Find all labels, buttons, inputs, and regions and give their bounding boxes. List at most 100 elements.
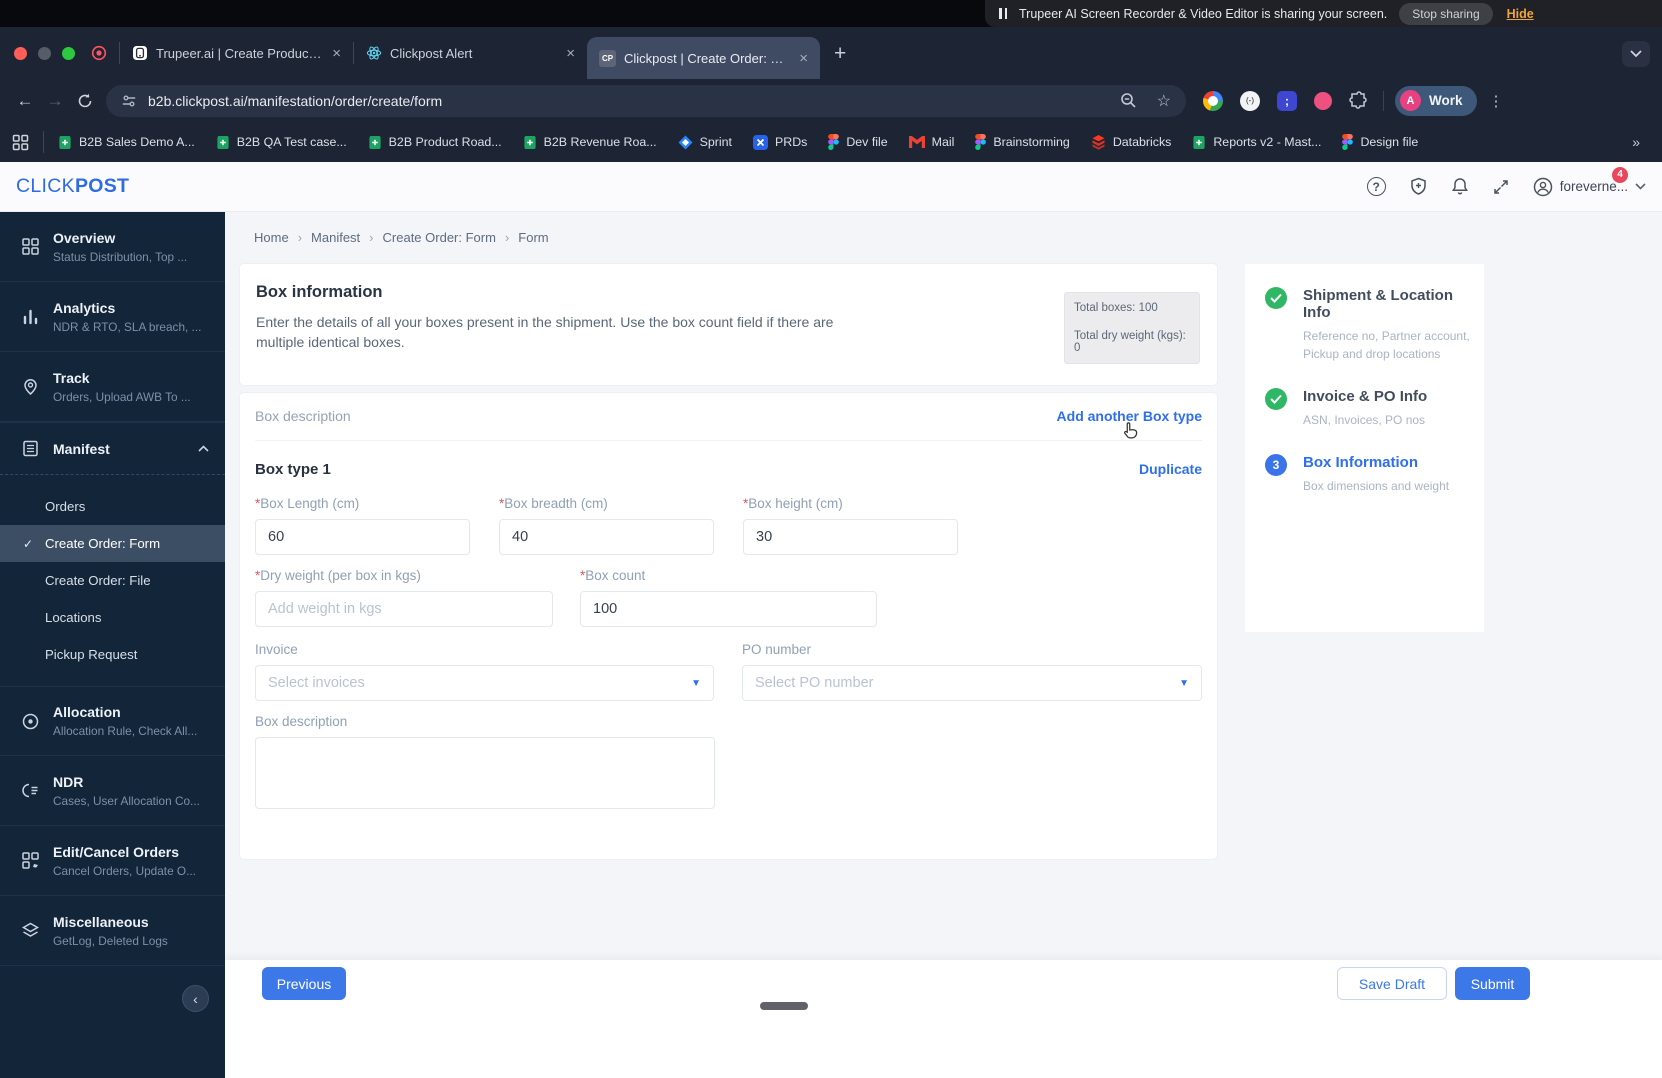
sidebar-item-overview[interactable]: Overview Status Distribution, Top ... <box>0 212 225 282</box>
site-info-icon[interactable] <box>121 93 137 109</box>
user-menu[interactable]: foreverne... 4 <box>1533 166 1646 197</box>
duplicate-link[interactable]: Duplicate <box>1139 461 1202 478</box>
zoom-icon[interactable] <box>1120 92 1137 109</box>
bookmark-item[interactable]: B2B Revenue Roa... <box>523 135 657 150</box>
tab-trupeer[interactable]: Trupeer.ai | Create Product Vi × <box>120 27 353 79</box>
extension-google-icon[interactable] <box>1203 90 1223 111</box>
sidebar-item-create-order-form[interactable]: ✓ Create Order: Form <box>0 525 225 562</box>
browser-profile-chip[interactable]: A Work <box>1395 85 1477 116</box>
minimize-window-button[interactable] <box>38 46 51 60</box>
bookmark-item[interactable]: Design file <box>1342 134 1418 150</box>
step-complete-icon <box>1265 287 1287 309</box>
sidebar-item-orders[interactable]: Orders <box>0 488 225 525</box>
sidebar-item-edit-cancel-orders[interactable]: Edit/Cancel Orders Cancel Orders, Update … <box>0 826 225 896</box>
figma-icon <box>828 134 840 150</box>
sidebar-item-miscellaneous[interactable]: Miscellaneous GetLog, Deleted Logs <box>0 896 225 966</box>
check-icon: ✓ <box>23 536 34 551</box>
close-window-button[interactable] <box>14 46 27 60</box>
dropdown-arrow-icon: ▼ <box>691 677 701 689</box>
po-number-select[interactable]: Select PO number ▼ <box>742 665 1202 701</box>
bookmarks-bar: B2B Sales Demo A... B2B QA Test case... … <box>0 122 1662 162</box>
back-button[interactable]: ← <box>10 91 40 111</box>
tab-close-icon[interactable]: × <box>330 45 343 62</box>
bookmarks-overflow-icon[interactable]: » <box>1632 134 1640 150</box>
bookmark-item[interactable]: Brainstorming <box>975 134 1070 150</box>
bookmark-item[interactable]: Mail <box>908 135 954 149</box>
help-icon[interactable]: ? <box>1366 177 1386 196</box>
tab-search-button[interactable] <box>1622 41 1650 67</box>
box-height-input[interactable] <box>743 519 958 555</box>
bookmark-item[interactable]: Databricks <box>1091 134 1171 150</box>
drag-handle[interactable] <box>760 1002 808 1010</box>
sidebar-collapse-button[interactable]: ‹ <box>182 985 209 1012</box>
sidebar-nav: Overview Status Distribution, Top ... Ana… <box>0 212 225 1078</box>
dry-weight-input[interactable] <box>255 591 553 627</box>
sidebar-item-manifest[interactable]: Manifest <box>0 422 225 474</box>
wizard-stepper: Shipment & Location Info Reference no, P… <box>1245 264 1484 632</box>
maximize-window-button[interactable] <box>62 46 75 60</box>
tab-strip: Trupeer.ai | Create Product Vi × Clickpo… <box>0 27 1662 79</box>
bookmark-item[interactable]: B2B QA Test case... <box>216 135 347 150</box>
extension-semicolon-icon[interactable]: ; <box>1277 90 1297 111</box>
breadcrumb-home[interactable]: Home <box>254 230 289 245</box>
forward-button[interactable]: → <box>40 91 70 111</box>
step-box-information[interactable]: 3 Box Information Box dimensions and wei… <box>1265 454 1484 495</box>
extension-paren-icon[interactable]: (-) <box>1240 90 1260 111</box>
bookmark-item[interactable]: Sprint <box>678 135 732 150</box>
tab-title: Clickpost | Create Order: Form <box>624 50 790 66</box>
previous-button[interactable]: Previous <box>262 967 346 1000</box>
box-form-card: Box description Add another Box type Box… <box>240 393 1217 859</box>
sidebar-item-track[interactable]: Track Orders, Upload AWB To ... <box>0 352 225 422</box>
step-shipment-location[interactable]: Shipment & Location Info Reference no, P… <box>1265 287 1484 363</box>
invoice-select[interactable]: Select invoices ▼ <box>255 665 714 701</box>
step-complete-icon <box>1265 388 1287 410</box>
tab-title: Clickpost Alert <box>390 45 473 61</box>
atom-favicon-icon <box>366 46 382 60</box>
tab-close-icon[interactable]: × <box>564 45 577 62</box>
hide-link[interactable]: Hide <box>1507 7 1534 21</box>
window-controls[interactable] <box>0 46 91 60</box>
save-draft-button[interactable]: Save Draft <box>1337 967 1447 1000</box>
sidebar-item-allocation[interactable]: Allocation Allocation Rule, Check All... <box>0 686 225 756</box>
bell-icon[interactable] <box>1451 177 1469 196</box>
sidebar-item-create-order-file[interactable]: Create Order: File <box>0 562 225 599</box>
tab-clickpost-alert[interactable]: Clickpost Alert × <box>354 27 587 79</box>
breadcrumb-manifest[interactable]: Manifest <box>311 230 360 245</box>
sidebar-item-locations[interactable]: Locations <box>0 599 225 636</box>
box-description-textarea[interactable] <box>255 737 715 809</box>
box-count-input[interactable] <box>580 591 877 627</box>
breadcrumb-create-order-form[interactable]: Create Order: Form <box>383 230 496 245</box>
extension-pink-icon[interactable] <box>1314 91 1332 110</box>
breadcrumb-form: Form <box>518 230 549 245</box>
bookmark-item[interactable]: B2B Sales Demo A... <box>58 135 195 150</box>
step-invoice-po[interactable]: Invoice & PO Info ASN, Invoices, PO nos <box>1265 388 1484 429</box>
bookmark-item[interactable]: PRDs <box>752 134 807 150</box>
browser-chrome: Trupeer.ai | Create Product Vi × Clickpo… <box>0 27 1662 162</box>
shield-icon[interactable] <box>1409 177 1428 196</box>
extensions-puzzle-icon[interactable] <box>1349 90 1369 111</box>
apps-grid-icon[interactable] <box>12 134 29 151</box>
tab-clickpost-create-order[interactable]: CP Clickpost | Create Order: Form × <box>587 37 820 79</box>
submit-button[interactable]: Submit <box>1455 967 1530 1000</box>
expand-icon[interactable] <box>1492 178 1510 196</box>
reload-button[interactable] <box>70 93 100 109</box>
bookmark-star-icon[interactable]: ☆ <box>1157 91 1171 111</box>
box-height-label: *Box height (cm) <box>743 496 843 511</box>
bookmark-item[interactable]: B2B Product Road... <box>368 135 502 150</box>
new-tab-button[interactable]: + <box>834 43 846 64</box>
dropdown-arrow-icon: ▼ <box>1179 677 1189 689</box>
bookmark-item[interactable]: Dev file <box>828 134 888 150</box>
tab-close-icon[interactable]: × <box>797 50 810 67</box>
bookmark-item[interactable]: Reports v2 - Mast... <box>1192 135 1321 150</box>
sidebar-item-ndr[interactable]: NDR Cases, User Allocation Co... <box>0 756 225 826</box>
sidebar-item-pickup-request[interactable]: Pickup Request <box>0 636 225 673</box>
page-description: Enter the details of all your boxes pres… <box>256 314 834 351</box>
stop-sharing-button[interactable]: Stop sharing <box>1399 2 1493 25</box>
browser-menu-icon[interactable]: ⋮ <box>1489 92 1504 110</box>
box-length-input[interactable] <box>255 519 470 555</box>
user-icon <box>1533 177 1552 196</box>
box-breadth-input[interactable] <box>499 519 714 555</box>
sidebar-item-analytics[interactable]: Analytics NDR & RTO, SLA breach, ... <box>0 282 225 352</box>
address-bar[interactable]: b2b.clickpost.ai/manifestation/order/cre… <box>106 84 1186 117</box>
url-text[interactable]: b2b.clickpost.ai/manifestation/order/cre… <box>148 93 1120 109</box>
